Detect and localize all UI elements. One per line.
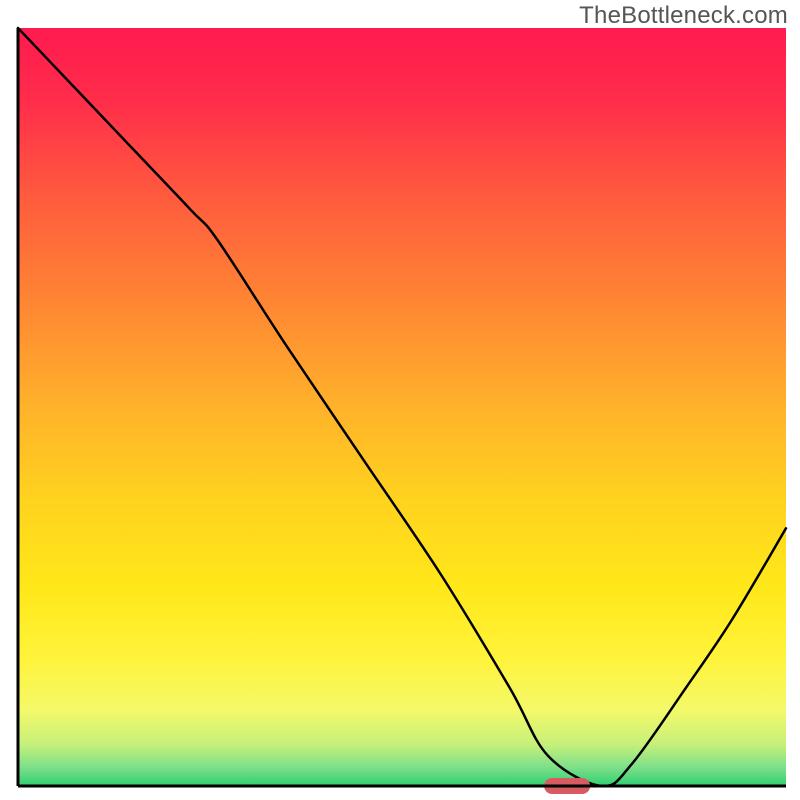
bottleneck-chart-svg	[0, 0, 800, 800]
watermark-text: TheBottleneck.com	[579, 2, 788, 30]
chart-container: TheBottleneck.com	[0, 0, 800, 800]
plot-background	[18, 28, 786, 786]
